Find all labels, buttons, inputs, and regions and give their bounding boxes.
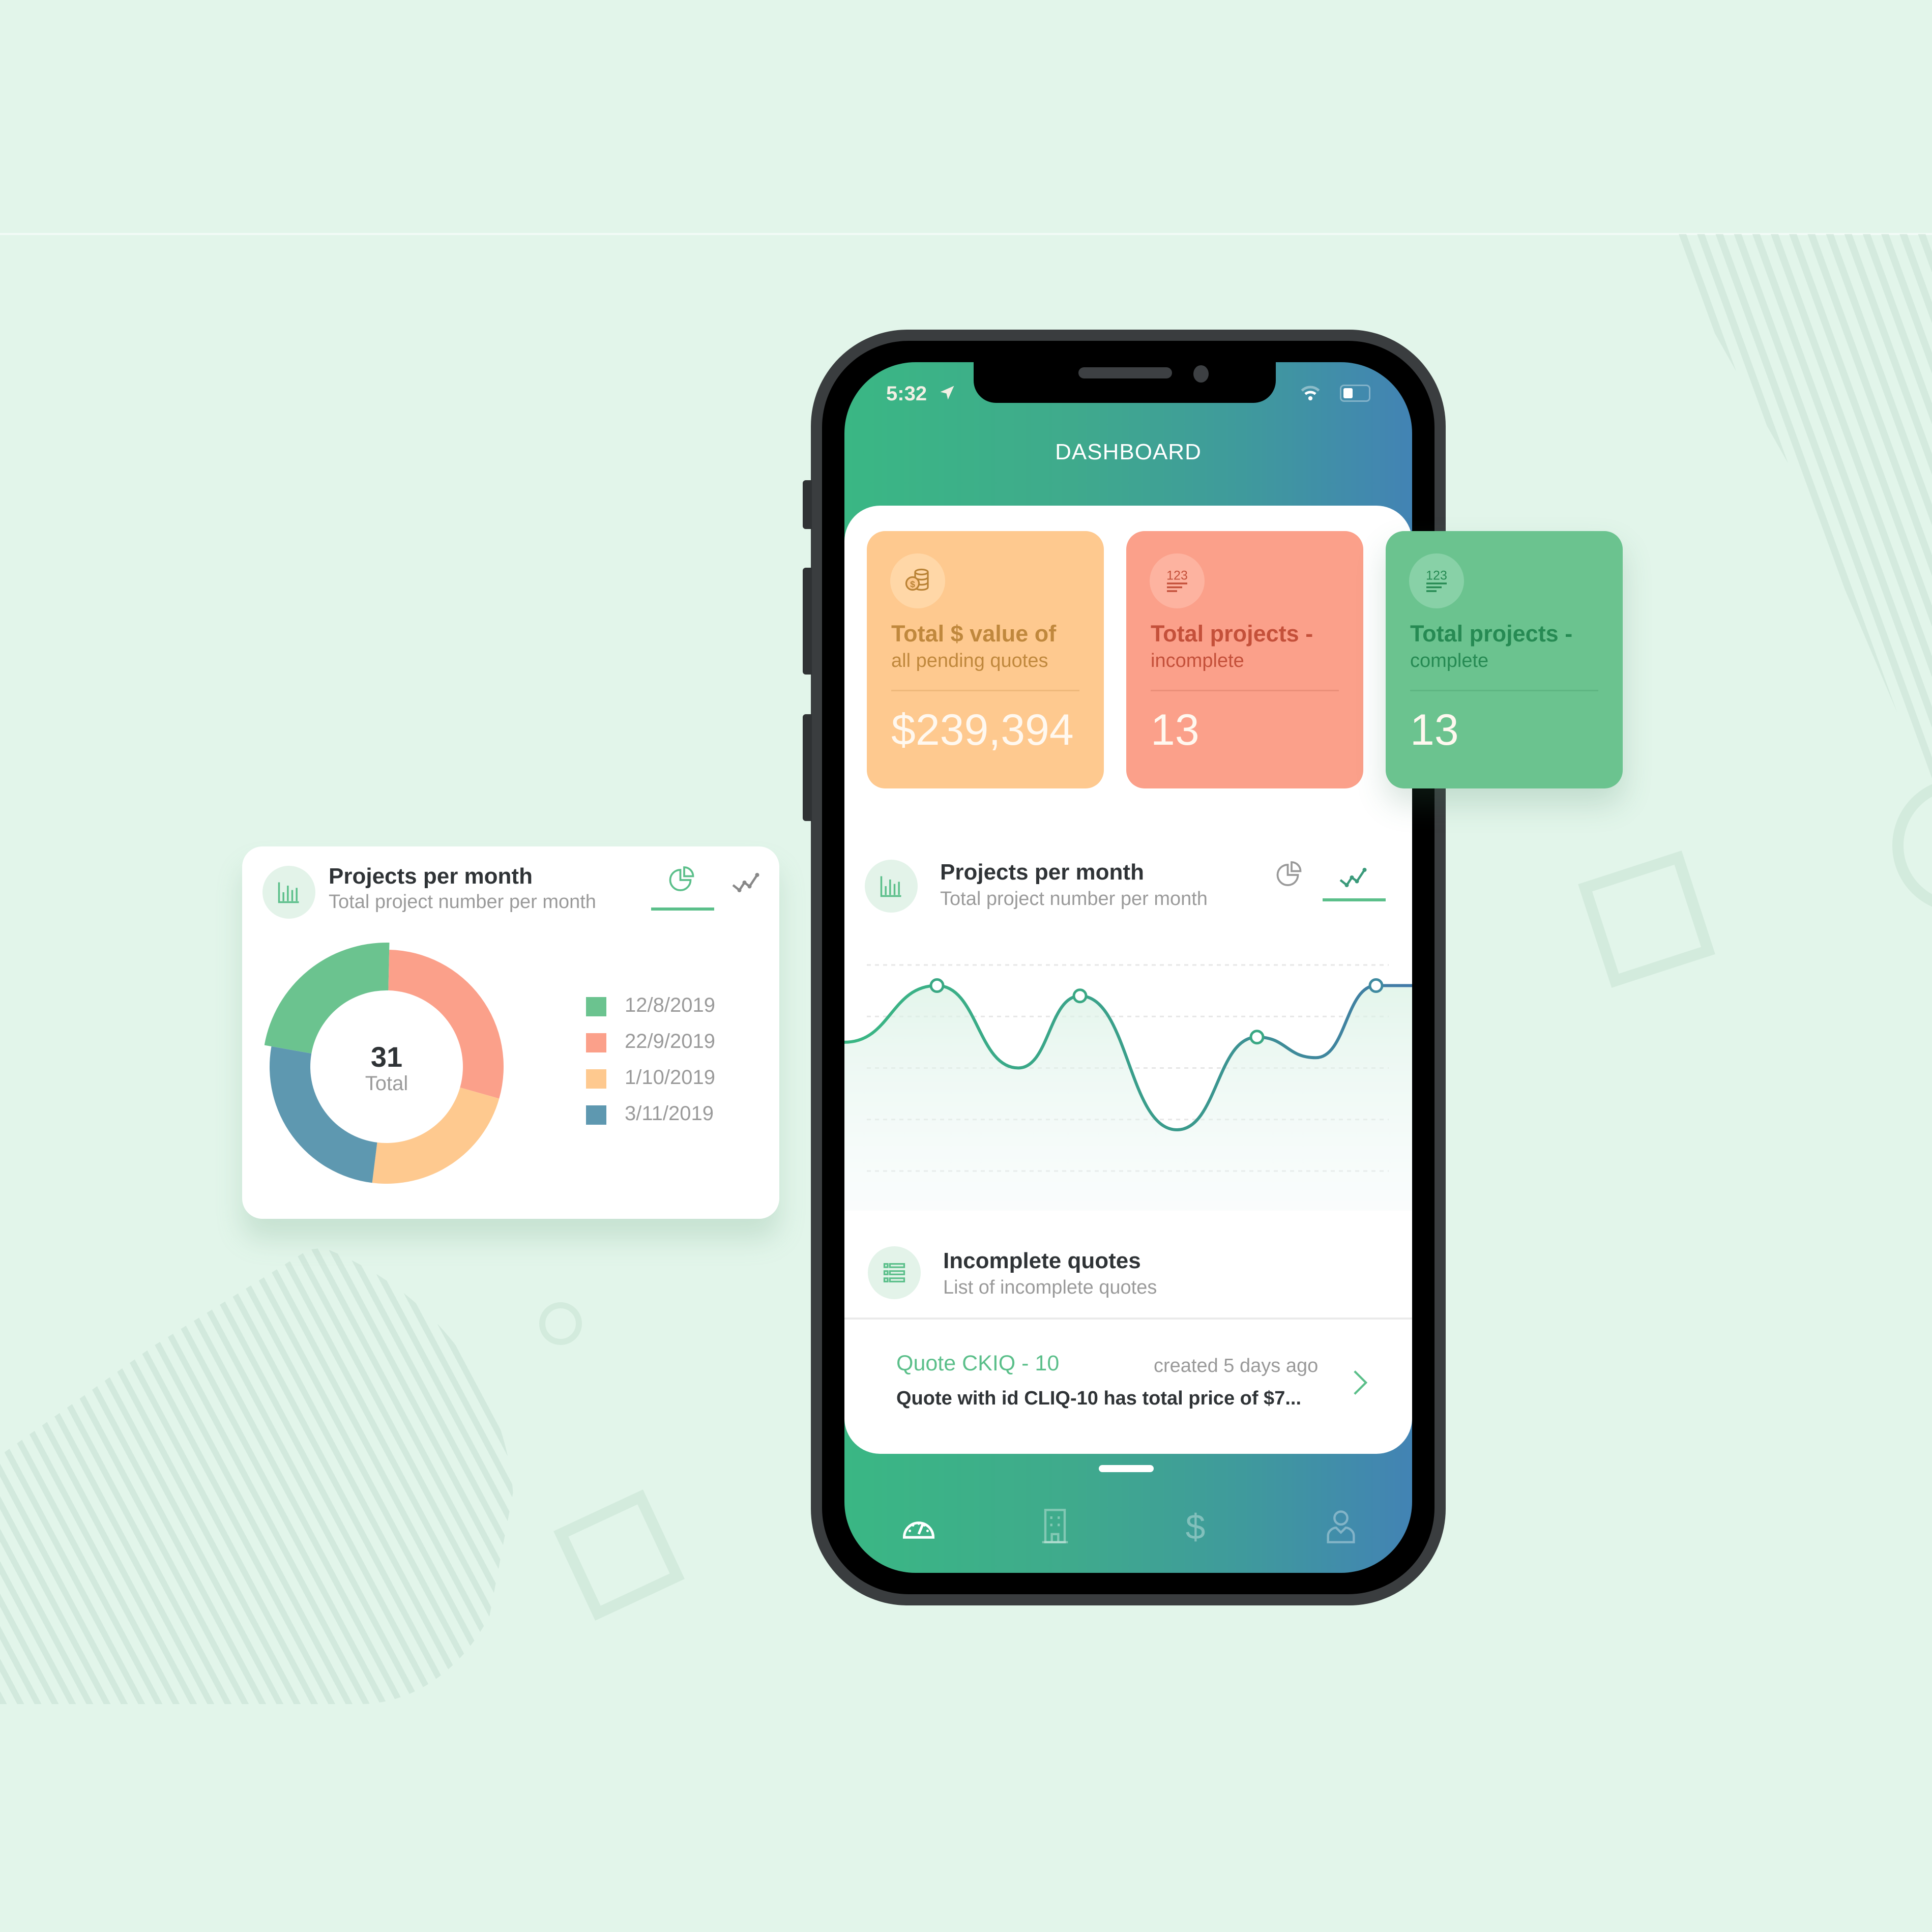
phone-button bbox=[803, 480, 812, 529]
stat-card-value: $239,394 bbox=[891, 706, 1074, 754]
stat-card-subtitle: complete bbox=[1410, 650, 1489, 671]
quote-description: Quote with id CLIQ-10 has total price of… bbox=[896, 1388, 1301, 1409]
pie-view-toggle-icon[interactable] bbox=[666, 865, 697, 895]
donut-total-label: Total bbox=[365, 1072, 408, 1095]
numbers-icon: 123 bbox=[1166, 569, 1188, 592]
data-point[interactable] bbox=[929, 978, 945, 993]
background-stripes bbox=[0, 1235, 514, 1704]
stat-card-divider bbox=[1151, 690, 1339, 691]
phone-camera bbox=[1193, 365, 1209, 383]
svg-text:123: 123 bbox=[1166, 569, 1188, 583]
status-time: 5:32 bbox=[886, 383, 927, 405]
stat-card-title: Total projects - bbox=[1410, 621, 1573, 647]
icon-badge: 123 bbox=[1150, 553, 1205, 608]
stat-card-incomplete-projects[interactable]: 123 Total projects - incomplete 13 bbox=[1126, 531, 1363, 788]
chevron-right-icon[interactable] bbox=[1350, 1368, 1370, 1397]
legend-swatch bbox=[586, 997, 606, 1016]
legend-swatch bbox=[586, 1105, 606, 1125]
legend-label: 1/10/2019 bbox=[625, 1066, 715, 1089]
svg-text:$: $ bbox=[1186, 1507, 1206, 1545]
phone-button bbox=[803, 568, 812, 675]
section-title: Projects per month bbox=[940, 860, 1144, 885]
line-view-toggle-icon[interactable] bbox=[1338, 860, 1368, 890]
stat-card-value: 13 bbox=[1410, 706, 1459, 754]
data-point[interactable] bbox=[1249, 1030, 1265, 1045]
quote-title[interactable]: Quote CKIQ - 10 bbox=[896, 1351, 1059, 1376]
icon-badge: 123 bbox=[1409, 553, 1464, 608]
section-title: Incomplete quotes bbox=[943, 1248, 1141, 1273]
background-stripes bbox=[1675, 234, 1932, 794]
legend-label: 12/8/2019 bbox=[625, 994, 715, 1016]
section-icon-badge bbox=[262, 866, 315, 919]
stat-card-pending-value[interactable]: $ Total $ value of all pending quotes $2… bbox=[867, 531, 1104, 788]
pie-view-toggle-icon[interactable] bbox=[1274, 860, 1304, 890]
stat-card-subtitle: all pending quotes bbox=[891, 650, 1048, 671]
donut-slice[interactable] bbox=[372, 1087, 500, 1184]
section-divider bbox=[844, 1318, 1412, 1320]
data-point[interactable] bbox=[1368, 978, 1384, 993]
donut-total-value: 31 bbox=[370, 1041, 403, 1073]
icon-badge: $ bbox=[890, 553, 945, 608]
background-square bbox=[553, 1489, 685, 1621]
quote-created-time: created 5 days ago bbox=[1154, 1355, 1319, 1377]
phone-speaker bbox=[1078, 367, 1172, 378]
stat-card-divider bbox=[1410, 690, 1598, 691]
section-subtitle: Total project number per month bbox=[940, 888, 1208, 910]
svg-text:$: $ bbox=[910, 579, 915, 590]
list-icon bbox=[883, 1263, 905, 1282]
numbers-icon: 123 bbox=[1426, 569, 1447, 592]
svg-text:123: 123 bbox=[1426, 569, 1447, 583]
speedometer-icon[interactable] bbox=[899, 1507, 938, 1545]
building-icon[interactable] bbox=[1036, 1507, 1074, 1545]
coins-icon: $ bbox=[905, 568, 929, 591]
legend-swatch bbox=[586, 1033, 606, 1052]
background-square bbox=[1578, 851, 1715, 988]
line-chart-area bbox=[844, 985, 1412, 1211]
page-title: DASHBOARD bbox=[1055, 440, 1202, 464]
donut-slice[interactable] bbox=[265, 943, 390, 1053]
user-icon[interactable] bbox=[1322, 1507, 1360, 1545]
location-arrow-icon bbox=[940, 386, 954, 400]
stat-card-complete-projects[interactable]: 123 Total projects - complete 13 bbox=[1386, 531, 1623, 788]
background-divider bbox=[0, 233, 1932, 235]
projects-line-chart bbox=[844, 964, 1412, 1211]
home-indicator bbox=[1099, 1465, 1154, 1472]
active-view-indicator bbox=[1323, 898, 1386, 901]
bar-chart-icon bbox=[880, 876, 901, 897]
legend-swatch bbox=[586, 1069, 606, 1089]
section-title: Projects per month bbox=[329, 864, 533, 889]
bar-chart-icon bbox=[278, 882, 299, 903]
stat-card-value: 13 bbox=[1151, 706, 1199, 754]
background-circle bbox=[1892, 778, 1932, 913]
line-view-toggle-icon[interactable] bbox=[730, 865, 761, 895]
stat-card-subtitle: incomplete bbox=[1151, 650, 1244, 671]
background-circle bbox=[539, 1302, 582, 1345]
section-subtitle: Total project number per month bbox=[329, 891, 596, 913]
data-point[interactable] bbox=[1072, 988, 1088, 1004]
section-icon-badge bbox=[865, 860, 918, 913]
section-icon-badge bbox=[868, 1246, 921, 1299]
active-view-indicator bbox=[651, 908, 714, 911]
battery-icon bbox=[1340, 385, 1370, 402]
wifi-icon bbox=[1301, 386, 1320, 401]
stat-card-title: Total $ value of bbox=[891, 621, 1057, 647]
legend-label: 22/9/2019 bbox=[625, 1030, 715, 1052]
phone-button bbox=[803, 714, 812, 821]
stat-card-divider bbox=[891, 690, 1079, 691]
stat-card-title: Total projects - bbox=[1151, 621, 1313, 647]
section-subtitle: List of incomplete quotes bbox=[943, 1277, 1157, 1298]
legend-label: 3/11/2019 bbox=[625, 1102, 714, 1125]
dollar-icon[interactable]: $ bbox=[1176, 1507, 1215, 1545]
